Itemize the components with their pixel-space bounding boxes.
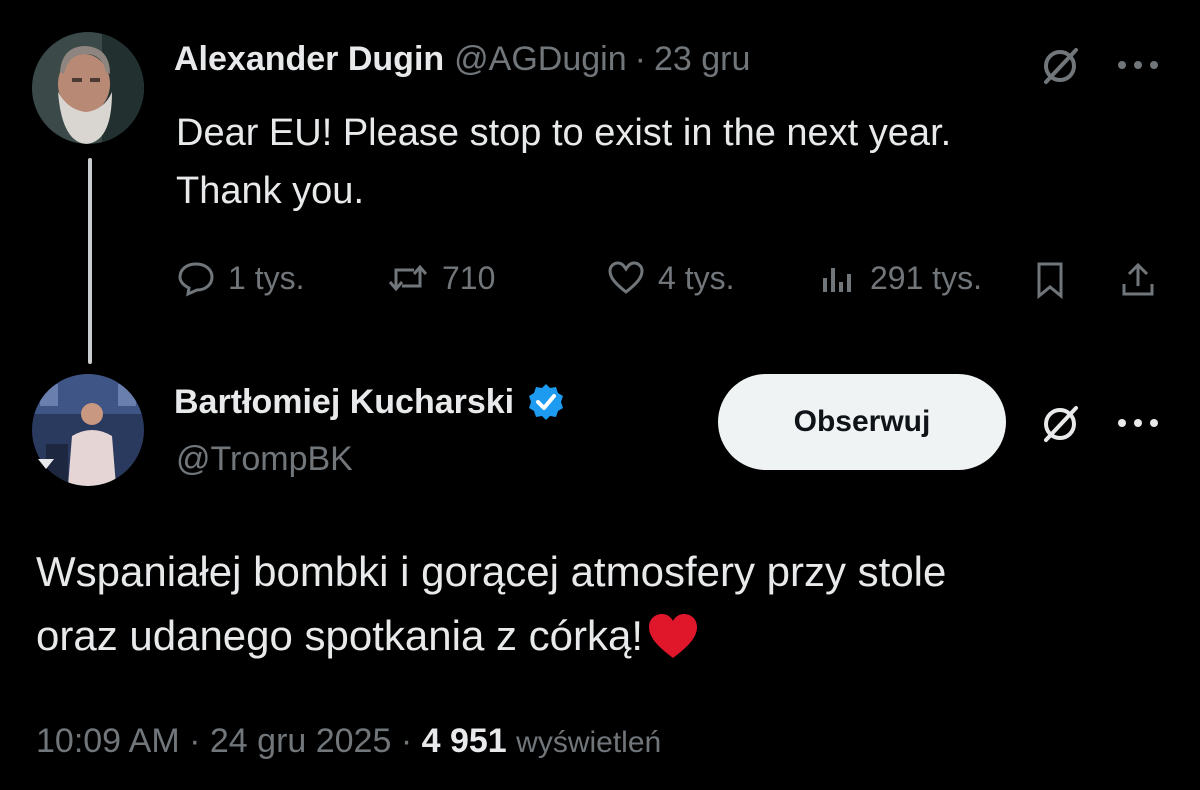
avatar-status-triangle-icon — [38, 458, 54, 476]
reply-count: 1 tys. — [228, 259, 305, 296]
bookmark-icon[interactable] — [1030, 258, 1070, 302]
grok-icon[interactable] — [1036, 402, 1084, 446]
footer-separator: · — [189, 722, 201, 760]
share-icon[interactable] — [1116, 258, 1160, 302]
follow-button[interactable]: Obserwuj — [718, 374, 1006, 470]
more-options-icon[interactable] — [1112, 50, 1164, 80]
avatar-alexander-dugin[interactable] — [32, 32, 144, 144]
tweet-text-line: Dear EU! Please stop to exist in the nex… — [176, 112, 952, 154]
reply-action[interactable]: 1 tys. — [176, 258, 304, 298]
tweet-footer: 10:09 AM · 24 gru 2025 · 4 951 wyświetle… — [36, 722, 661, 761]
author-name[interactable]: Alexander Dugin — [174, 40, 444, 79]
repost-action[interactable]: 710 — [386, 258, 495, 298]
tweet-text-line-with-emoji: oraz udanego spotkania z córką! — [36, 604, 1166, 668]
more-options-icon[interactable] — [1112, 408, 1164, 438]
heart-outline-icon — [608, 261, 644, 294]
parent-tweet-header: Alexander Dugin @AGDugin · 23 gru — [174, 40, 750, 79]
author-name[interactable]: Bartłomiej Kucharski — [174, 383, 514, 422]
repost-count: 710 — [442, 259, 496, 296]
views-chart-icon — [823, 268, 851, 292]
like-count: 4 tys. — [658, 259, 735, 296]
tweet-date[interactable]: 23 gru — [654, 40, 750, 79]
author-handle[interactable]: @AGDugin — [454, 40, 626, 79]
reply-tweet-header: Bartłomiej Kucharski — [174, 382, 566, 422]
reply-icon — [178, 262, 214, 297]
views-label: wyświetleń — [516, 726, 662, 759]
tweet-text-line: oraz udanego spotkania z córką! — [36, 612, 644, 659]
tweet-time[interactable]: 10:09 AM — [36, 722, 180, 760]
views-count: 4 951 — [421, 722, 507, 760]
header-separator: · — [634, 40, 646, 78]
grok-icon[interactable] — [1036, 44, 1084, 88]
repost-icon — [388, 264, 428, 292]
views-count: 291 tys. — [870, 259, 983, 296]
tweet-text-line: Thank you. — [176, 170, 364, 212]
footer-separator: · — [400, 722, 413, 760]
red-heart-emoji-icon — [647, 612, 699, 660]
thread-connector-line — [88, 158, 92, 364]
tweet-text-line: Wspaniałej bombki i gorącej atmosfery pr… — [36, 548, 947, 595]
author-handle[interactable]: @TrompBK — [176, 440, 353, 479]
like-action[interactable]: 4 tys. — [606, 258, 734, 298]
views-action[interactable]: 291 tys. — [818, 258, 982, 298]
parent-tweet-text: Dear EU! Please stop to exist in the nex… — [176, 104, 1156, 220]
tweet-date[interactable]: 24 gru 2025 — [210, 722, 392, 760]
verified-badge-icon — [526, 382, 566, 422]
reply-tweet-text: Wspaniałej bombki i gorącej atmosfery pr… — [36, 540, 1166, 668]
